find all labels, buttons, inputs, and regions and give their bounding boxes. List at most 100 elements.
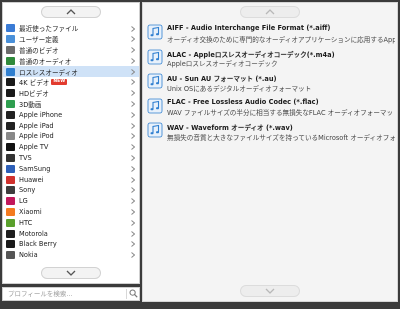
chevron-right-icon bbox=[131, 25, 135, 32]
category-item[interactable]: Huawei bbox=[3, 174, 139, 185]
category-item[interactable]: TVS bbox=[3, 153, 139, 164]
category-item[interactable]: Apple iPod bbox=[3, 131, 139, 142]
category-label: HTC bbox=[19, 218, 33, 227]
chevron-right-icon bbox=[131, 165, 135, 172]
category-item[interactable]: Sony bbox=[3, 185, 139, 196]
category-scroll-down-button[interactable] bbox=[41, 267, 101, 279]
category-label: ユーザー定義 bbox=[19, 36, 59, 45]
category-item[interactable]: 普通のビデオ bbox=[3, 45, 139, 56]
category-scroll-up-button[interactable] bbox=[41, 6, 101, 18]
chevron-right-icon bbox=[131, 90, 135, 97]
category-item[interactable]: 最近使ったファイル bbox=[3, 23, 139, 34]
category-item[interactable]: Black Berry bbox=[3, 239, 139, 250]
category-item[interactable]: LG bbox=[3, 196, 139, 207]
search-separator bbox=[126, 289, 127, 299]
format-description: Unix OSにあるデジタルオーディオフォーマット bbox=[167, 84, 312, 93]
format-description: 無損失の音質と大きなファイルサイズを持っているMicrosoft オーディオフォ… bbox=[167, 133, 395, 142]
category-item[interactable]: HTC bbox=[3, 217, 139, 228]
blackberry-icon bbox=[6, 240, 15, 249]
chevron-right-icon bbox=[131, 230, 135, 237]
format-item[interactable]: WAV - Waveform オーディオ (*.wav) 無損失の音質と大きなファ… bbox=[143, 121, 397, 146]
chevron-right-icon bbox=[131, 209, 135, 215]
category-item[interactable]: ロスレスオーディオ bbox=[3, 66, 139, 77]
format-item[interactable]: AU - Sun AU フォーマット (*.au) Unix OSにあるデジタルオ… bbox=[143, 72, 397, 97]
category-item[interactable]: Apple TV bbox=[3, 142, 139, 153]
category-label: Nokia bbox=[19, 251, 38, 260]
category-item[interactable]: 普通のオーディオ bbox=[3, 55, 139, 66]
xiaomi-icon bbox=[6, 207, 15, 216]
format-panel: AIFF - Audio Interchange File Format (*.… bbox=[142, 2, 398, 302]
format-list: AIFF - Audio Interchange File Format (*.… bbox=[143, 23, 397, 146]
ipad-icon bbox=[6, 121, 15, 130]
user-icon bbox=[6, 35, 15, 44]
format-item[interactable]: FLAC - Free Lossless Audio Codec (*.flac… bbox=[143, 97, 397, 122]
video-icon bbox=[6, 45, 15, 54]
chevron-right-icon bbox=[131, 187, 135, 194]
category-panel: 最近使ったファイル ユーザー定義 普通のビデオ 普通のオーディオ ロスレスオーディオ 4K… bbox=[2, 2, 140, 284]
format-title: FLAC - Free Lossless Audio Codec (*.flac… bbox=[167, 97, 319, 106]
chevron-right-icon bbox=[131, 101, 135, 107]
category-item[interactable]: Xiaomi bbox=[3, 207, 139, 218]
audio-file-icon bbox=[147, 24, 163, 40]
category-label: ロスレスオーディオ bbox=[19, 68, 78, 77]
category-item[interactable]: ユーザー定義 bbox=[3, 34, 139, 45]
category-item[interactable]: Nokia bbox=[3, 250, 139, 261]
huawei-icon bbox=[6, 175, 15, 184]
chevron-right-icon bbox=[131, 111, 135, 118]
ipod-icon bbox=[6, 132, 15, 141]
category-item[interactable]: Motorola bbox=[3, 228, 139, 239]
iphone-icon bbox=[6, 110, 15, 119]
chevron-right-icon bbox=[131, 241, 135, 248]
chevron-right-icon bbox=[131, 219, 135, 226]
category-item[interactable]: 4K ビデオ NEW bbox=[3, 77, 139, 88]
htc-icon bbox=[6, 218, 15, 227]
category-label: Apple iPad bbox=[19, 121, 54, 130]
search-icon[interactable] bbox=[129, 289, 138, 298]
chevron-right-icon bbox=[131, 198, 135, 205]
music-note-icon bbox=[6, 67, 15, 76]
chevron-right-icon bbox=[131, 79, 135, 86]
category-label: Motorola bbox=[19, 229, 48, 238]
chevron-up-icon bbox=[265, 9, 275, 15]
audio-file-icon bbox=[147, 122, 163, 138]
category-label: 3D動画 bbox=[19, 100, 42, 109]
chevron-down-icon bbox=[265, 288, 275, 294]
profile-search-input[interactable] bbox=[3, 288, 125, 300]
category-item[interactable]: Apple iPad bbox=[3, 120, 139, 131]
format-title: AU - Sun AU フォーマット (*.au) bbox=[167, 75, 277, 83]
chevron-down-icon bbox=[66, 270, 76, 276]
4k-icon bbox=[6, 78, 15, 87]
chevron-right-icon bbox=[131, 47, 135, 53]
chevron-right-icon bbox=[131, 133, 135, 140]
nokia-icon bbox=[6, 251, 15, 260]
category-item[interactable]: HDビデオ bbox=[3, 88, 139, 99]
format-item[interactable]: AIFF - Audio Interchange File Format (*.… bbox=[143, 23, 397, 48]
category-label: HDビデオ bbox=[19, 90, 49, 99]
chevron-up-icon bbox=[66, 9, 76, 15]
format-scroll-down-button[interactable] bbox=[240, 285, 300, 297]
category-item[interactable]: 3D動画 bbox=[3, 99, 139, 110]
apple-tv-icon bbox=[6, 143, 15, 152]
motorola-icon bbox=[6, 229, 15, 238]
format-title: ALAC - Appleロスレスオーディオコーデック(*.m4a) bbox=[167, 50, 335, 59]
category-label: 最近使ったファイル bbox=[19, 25, 79, 34]
format-scroll-up-button[interactable] bbox=[240, 6, 300, 18]
format-title: WAV - Waveform オーディオ (*.wav) bbox=[167, 124, 293, 132]
chevron-right-icon bbox=[131, 252, 135, 259]
category-item[interactable]: SamSung bbox=[3, 163, 139, 174]
category-label: 普通のビデオ bbox=[19, 46, 59, 55]
category-label: Black Berry bbox=[19, 240, 57, 249]
format-item[interactable]: ALAC - Appleロスレスオーディオコーデック(*.m4a) Appleロス… bbox=[143, 48, 397, 73]
sony-icon bbox=[6, 186, 15, 195]
hd-icon bbox=[6, 89, 15, 98]
audio-icon bbox=[6, 56, 15, 65]
audio-file-icon bbox=[147, 49, 163, 64]
format-title: AIFF - Audio Interchange File Format (*.… bbox=[167, 24, 331, 32]
3d-icon bbox=[6, 99, 15, 108]
category-item[interactable]: Apple iPhone bbox=[3, 109, 139, 120]
category-label: 4K ビデオ bbox=[19, 79, 50, 88]
category-list: 最近使ったファイル ユーザー定義 普通のビデオ 普通のオーディオ ロスレスオーディオ 4K… bbox=[3, 23, 139, 261]
chevron-right-icon bbox=[131, 144, 135, 151]
category-label: Sony bbox=[19, 186, 36, 195]
category-label: Apple iPhone bbox=[19, 110, 63, 119]
